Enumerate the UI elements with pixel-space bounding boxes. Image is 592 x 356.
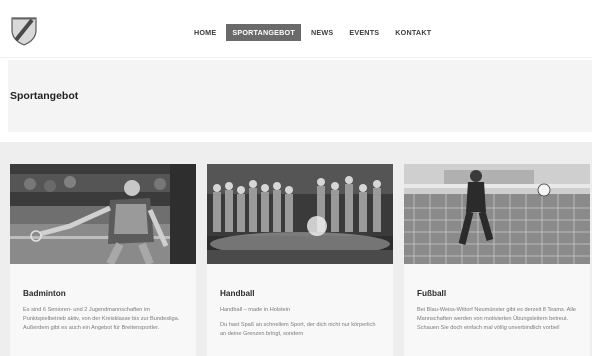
card-handball[interactable]: Handball Handball – made in Holstein Du … <box>207 164 393 356</box>
nav-item-kontakt[interactable]: KONTAKT <box>389 24 437 41</box>
fussball-photo <box>404 164 590 264</box>
card-badminton[interactable]: Badminton Es sind 6 Senioren- und 2 Juge… <box>10 164 196 356</box>
card-fussball[interactable]: Fußball Bei Blau-Weiss-Wittorf Neumünste… <box>404 164 590 356</box>
badminton-photo <box>10 164 196 264</box>
card-text: Du hast Spaß an schnellem Sport, der dic… <box>220 322 376 337</box>
main-nav: HOME SPORTANGEBOT NEWS EVENTS KONTAKT <box>188 24 441 41</box>
sport-cards: Badminton Es sind 6 Senioren- und 2 Juge… <box>0 142 592 356</box>
card-title: Fußball <box>417 289 447 298</box>
page-title: Sportangebot <box>10 90 79 102</box>
card-text: Bei Blau-Weiss-Wittorf Neumünster gibt e… <box>417 307 576 331</box>
card-text: Es sind 6 Senioren- und 2 Jugendmannscha… <box>23 307 180 331</box>
nav-item-events[interactable]: EVENTS <box>343 24 385 41</box>
nav-item-news[interactable]: NEWS <box>305 24 339 41</box>
nav-item-sportangebot[interactable]: SPORTANGEBOT <box>226 24 301 41</box>
card-title: Badminton <box>23 289 66 298</box>
handball-photo <box>207 164 393 264</box>
card-title: Handball <box>220 289 255 298</box>
header: HOME SPORTANGEBOT NEWS EVENTS KONTAKT <box>0 0 592 58</box>
card-subtitle: Handball – made in Holstein <box>220 307 290 313</box>
nav-item-home[interactable]: HOME <box>188 24 222 41</box>
club-logo[interactable] <box>10 16 38 46</box>
page-hero: Sportangebot <box>8 60 592 132</box>
divider <box>0 132 592 142</box>
